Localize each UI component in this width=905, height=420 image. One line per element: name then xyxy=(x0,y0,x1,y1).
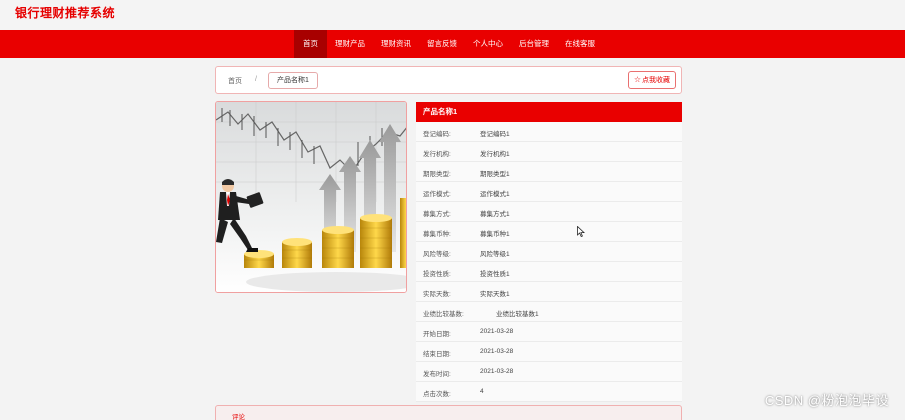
detail-value: 4 xyxy=(480,388,484,395)
detail-value: 2021-03-28 xyxy=(480,328,514,335)
detail-row: 结束日期: 2021-03-28 xyxy=(416,342,682,362)
detail-row: 风险等级: 风险等级1 xyxy=(416,242,682,262)
nav-item[interactable]: 个人中心 xyxy=(465,30,511,58)
detail-key: 开始日期: xyxy=(423,331,451,338)
detail-value: 实际天数1 xyxy=(480,291,510,298)
nav-items: 首页 理财产品 理财资讯 留言反馈 个人中心 后台管理 在线客服 xyxy=(294,30,603,58)
favorite-button-label: 点我收藏 xyxy=(642,77,670,84)
nav-item[interactable]: 留言反馈 xyxy=(419,30,465,58)
top-header: 银行理财推荐系统 xyxy=(0,0,905,30)
detail-key: 募集币种: xyxy=(423,231,451,238)
product-fields: 登记编码: 登记编码1 发行机构: 发行机构1 期限类型: 期限类型1 运作模式: 运作模式1… xyxy=(416,122,682,402)
main-navbar: 首页 理财产品 理财资讯 留言反馈 个人中心 后台管理 在线客服 xyxy=(0,30,905,58)
detail-key: 运作模式: xyxy=(423,191,451,198)
detail-key: 投资性质: xyxy=(423,271,451,278)
detail-row: 发布时间: 2021-03-28 xyxy=(416,362,682,382)
detail-row: 运作模式: 运作模式1 xyxy=(416,182,682,202)
detail-row: 实际天数: 实际天数1 xyxy=(416,282,682,302)
nav-item[interactable]: 后台管理 xyxy=(511,30,557,58)
detail-value: 登记编码1 xyxy=(480,131,510,138)
nav-item[interactable]: 在线客服 xyxy=(557,30,603,58)
star-outline-icon: ☆ xyxy=(633,75,641,84)
detail-key: 期限类型: xyxy=(423,171,451,178)
detail-value: 风险等级1 xyxy=(480,251,510,258)
nav-item[interactable]: 理财产品 xyxy=(327,30,373,58)
site-title[interactable]: 银行理财推荐系统 xyxy=(15,4,115,21)
detail-key: 风险等级: xyxy=(423,251,451,258)
detail-key: 结束日期: xyxy=(423,351,451,358)
detail-value: 投资性质1 xyxy=(480,271,510,278)
detail-key: 业绩比较基数: xyxy=(423,311,464,318)
detail-row: 募集方式: 募集方式1 xyxy=(416,202,682,222)
detail-row: 募集币种: 募集币种1 xyxy=(416,222,682,242)
product-detail-panel: 产品名称1 登记编码: 登记编码1 发行机构: 发行机构1 期限类型: 期限类型1 运作模式… xyxy=(416,102,682,402)
detail-value: 运作模式1 xyxy=(480,191,510,198)
detail-row: 投资性质: 投资性质1 xyxy=(416,262,682,282)
detail-value: 2021-03-28 xyxy=(480,348,514,355)
breadcrumb-separator: / xyxy=(255,76,257,83)
product-image xyxy=(215,101,407,293)
product-name-header: 产品名称1 xyxy=(416,102,682,122)
detail-value: 发行机构1 xyxy=(480,151,510,158)
detail-key: 发行机构: xyxy=(423,151,451,158)
detail-row: 登记编码: 登记编码1 xyxy=(416,122,682,142)
detail-row: 期限类型: 期限类型1 xyxy=(416,162,682,182)
detail-row: 发行机构: 发行机构1 xyxy=(416,142,682,162)
detail-value: 期限类型1 xyxy=(480,171,510,178)
nav-item[interactable]: 理财资讯 xyxy=(373,30,419,58)
favorite-button[interactable]: ☆点我收藏 xyxy=(627,71,676,89)
detail-key: 点击次数: xyxy=(423,391,451,398)
breadcrumb: 首页 / 产品名称1 ☆点我收藏 xyxy=(215,66,682,94)
breadcrumb-current: 产品名称1 xyxy=(268,72,318,89)
csdn-watermark: CSDN @粉泡泡毕设 xyxy=(764,393,889,408)
detail-value: 募集方式1 xyxy=(480,211,510,218)
detail-row: 业绩比较基数: 业绩比较基数1 xyxy=(416,302,682,322)
detail-value: 2021-03-28 xyxy=(480,368,514,375)
detail-row: 开始日期: 2021-03-28 xyxy=(416,322,682,342)
finance-illustration xyxy=(216,102,406,292)
detail-key: 发布时间: xyxy=(423,371,451,378)
detail-value: 业绩比较基数1 xyxy=(496,311,539,318)
comment-title: 评论 xyxy=(232,414,245,420)
breadcrumb-home-link[interactable]: 首页 xyxy=(228,76,242,86)
detail-row: 点击次数: 4 xyxy=(416,382,682,402)
detail-key: 实际天数: xyxy=(423,291,451,298)
mouse-cursor-icon xyxy=(577,226,585,237)
detail-key: 登记编码: xyxy=(423,131,451,138)
nav-item[interactable]: 首页 xyxy=(294,30,327,58)
detail-key: 募集方式: xyxy=(423,211,451,218)
detail-value: 募集币种1 xyxy=(480,231,510,238)
comment-section: 评论 xyxy=(215,405,682,420)
